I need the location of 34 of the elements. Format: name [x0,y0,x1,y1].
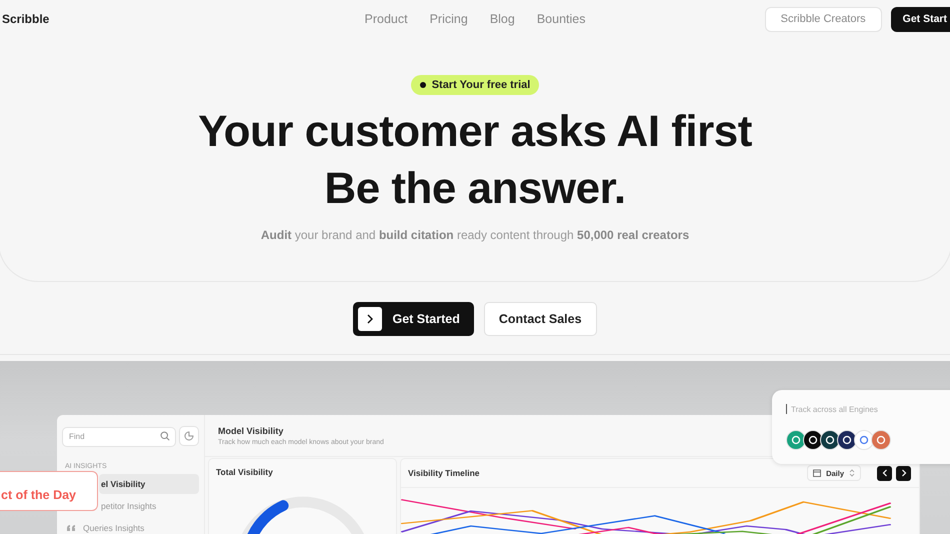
search-field[interactable]: Find [62,426,176,446]
primary-button[interactable]: Get Start [890,6,950,32]
next-button[interactable] [896,466,911,480]
logo-text[interactable]: Scribble [2,12,50,26]
chevron-right-icon [900,469,906,477]
get-started-button[interactable]: Get Started [353,302,474,336]
chevron-left-icon [882,469,888,477]
search-icon [160,431,170,441]
headline: Be the answer. [324,163,626,215]
sidebar-item[interactable]: petitor Insights [99,496,199,516]
section-title: Model Visibility [218,426,284,436]
trial-badge[interactable]: Start Your free trial [410,75,540,95]
sidebar-item[interactable]: el Visibility [99,474,199,494]
engine-search-field[interactable]: Track across all Engines [791,404,931,414]
chevron-icon [358,306,382,330]
text-cursor [786,404,787,414]
sidebar-item[interactable]: Queries Insights [62,518,199,534]
nav-link[interactable]: Bounties [536,12,586,26]
dot-icon [420,82,426,88]
contact-sales-button[interactable]: Contact Sales [484,302,597,336]
card-title: Total Visibility [216,467,274,477]
secondary-button[interactable]: Scribble Creators [764,6,882,32]
chart-button[interactable] [179,426,199,446]
sort-icon [849,469,855,477]
card-title: Visibility Timeline [408,468,480,478]
nav-link[interactable]: Blog [490,12,515,26]
award-badge[interactable]: ct of the Day [0,471,98,511]
subtitle: Audit your brand and build citation ready content through 50,000 real creators [260,228,690,242]
headline: Your customer asks AI first [198,106,752,158]
calendar-icon [813,469,822,477]
nav-link[interactable]: Product [364,12,408,26]
nav-link[interactable]: Pricing [430,12,468,26]
previous-button[interactable] [877,466,892,480]
pie-chart-icon [184,431,194,441]
